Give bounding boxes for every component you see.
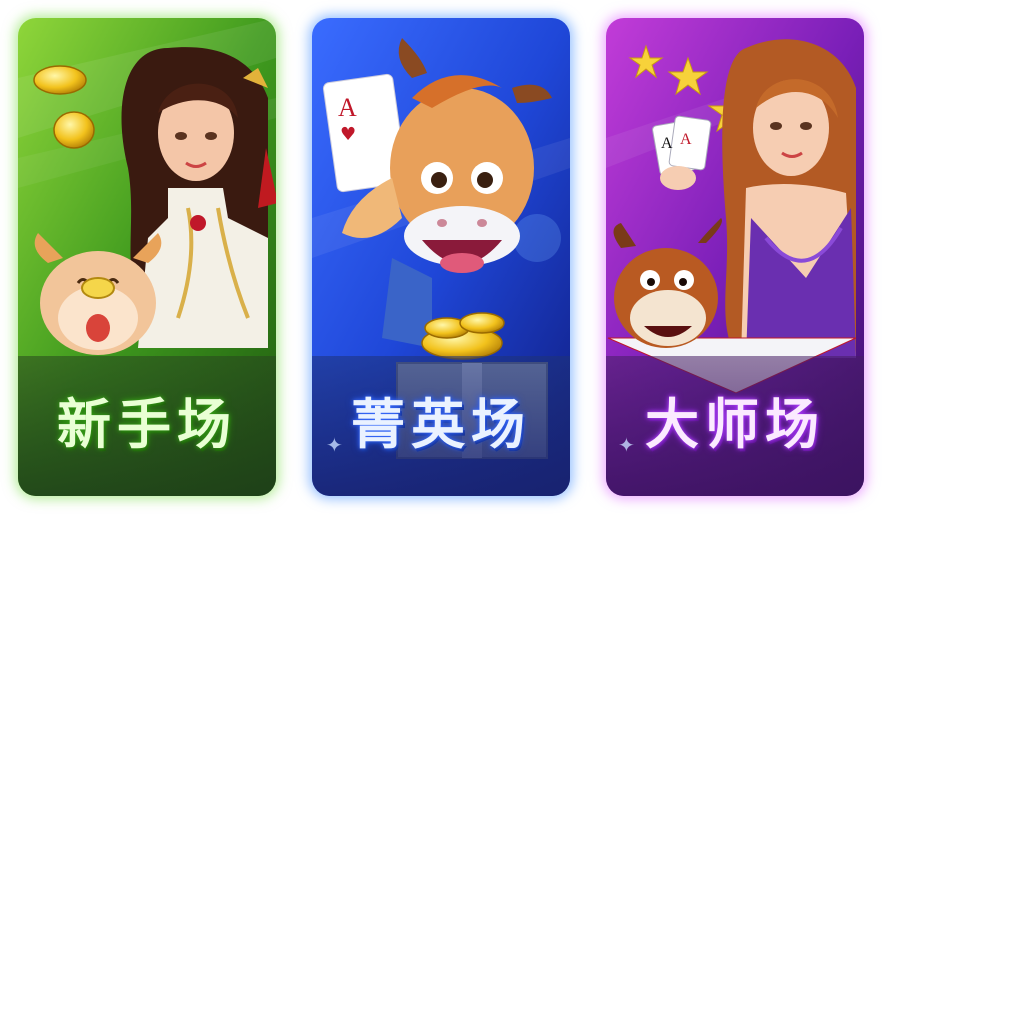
room-selection: 新手场 A ♥ 菁英场 ✦ A A 大师场 ✦ <box>0 0 1024 1024</box>
woman-icon <box>722 39 856 359</box>
svg-text:A: A <box>680 131 692 148</box>
svg-text:♥: ♥ <box>340 124 356 145</box>
sparkle-icon: ✦ <box>326 433 343 457</box>
svg-text:A: A <box>338 93 357 122</box>
room-card-novice[interactable]: 新手场 <box>18 18 276 496</box>
sparkle-icon: ✦ <box>618 433 635 457</box>
gold-coin-icon <box>421 312 505 360</box>
room-card-elite[interactable]: A ♥ 菁英场 ✦ <box>312 18 570 496</box>
room-title-elite: 菁英场 <box>351 393 531 456</box>
svg-text:A: A <box>661 135 673 152</box>
room-card-master[interactable]: A A 大师场 ✦ <box>606 18 864 496</box>
room-title-novice: 新手场 <box>57 393 237 456</box>
room-title-master: 大师场 <box>645 393 825 456</box>
